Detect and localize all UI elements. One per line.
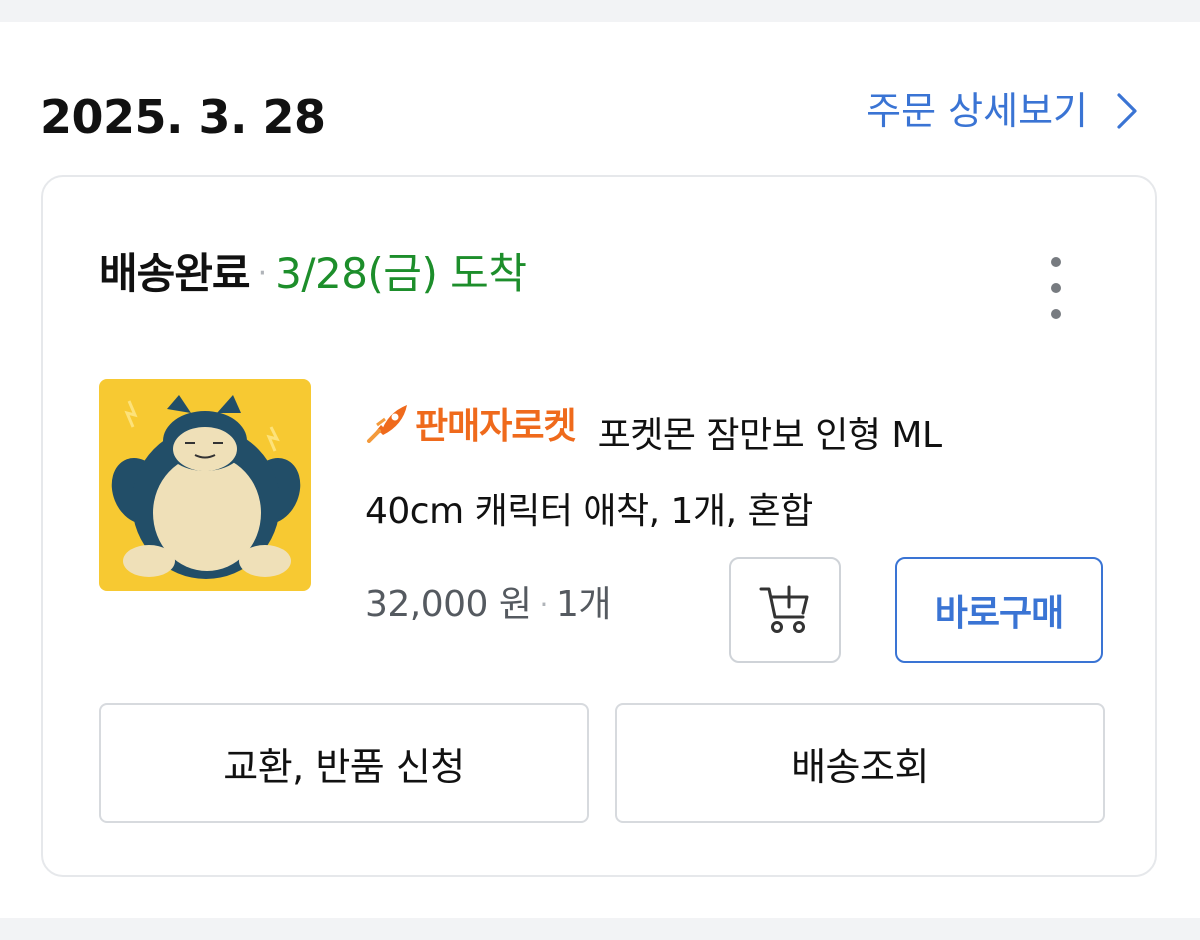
more-vertical-icon [1051, 257, 1061, 267]
delivery-status: 배송완료 · 3/28(금) 도착 [99, 249, 527, 298]
product-name-line2: 40cm 캐릭터 애착, 1개, 혼합 [365, 491, 813, 532]
more-options-button[interactable] [1041, 257, 1071, 319]
status-separator: · [257, 256, 268, 291]
track-delivery-button[interactable]: 배송조회 [615, 703, 1105, 823]
more-vertical-icon [1051, 309, 1061, 319]
delivery-status-label: 배송완료 [99, 249, 251, 298]
order-panel: 2025. 3. 28 주문 상세보기 배송완료 · 3/28(금) 도착 판매… [0, 22, 1200, 918]
order-detail-link[interactable]: 주문 상세보기 [866, 92, 1138, 130]
seller-badge-label: 판매자로켓 [415, 406, 577, 447]
product-quantity: 1개 [555, 584, 612, 625]
price-separator: · [539, 588, 549, 621]
order-detail-label: 주문 상세보기 [866, 89, 1088, 133]
product-price: 32,000 원 [365, 584, 532, 625]
seller-rocket-badge: 판매자로켓 [365, 389, 577, 465]
add-to-cart-icon [757, 583, 813, 638]
more-vertical-icon [1051, 283, 1061, 293]
chevron-right-icon [1116, 92, 1138, 130]
order-date: 2025. 3. 28 [40, 90, 326, 144]
add-to-cart-button[interactable] [729, 557, 841, 663]
buy-now-button[interactable]: 바로구매 [895, 557, 1103, 663]
snorlax-plush-thumbnail [99, 379, 311, 591]
product-name-line1: 포켓몬 잠만보 인형 ML [597, 415, 942, 456]
product-title[interactable]: 판매자로켓 포켓몬 잠만보 인형 ML 40cm 캐릭터 애착, 1개, 혼합 [365, 389, 1085, 550]
product-thumbnail[interactable] [99, 379, 311, 591]
exchange-return-button[interactable]: 교환, 반품 신청 [99, 703, 589, 823]
order-card: 배송완료 · 3/28(금) 도착 판매자로켓 포켓몬 잠만보 인형 ML 40… [41, 175, 1157, 877]
rocket-icon [365, 403, 411, 443]
price-quantity: 32,000 원 · 1개 [365, 587, 611, 623]
arrival-date: 3/28(금) 도착 [275, 249, 527, 298]
